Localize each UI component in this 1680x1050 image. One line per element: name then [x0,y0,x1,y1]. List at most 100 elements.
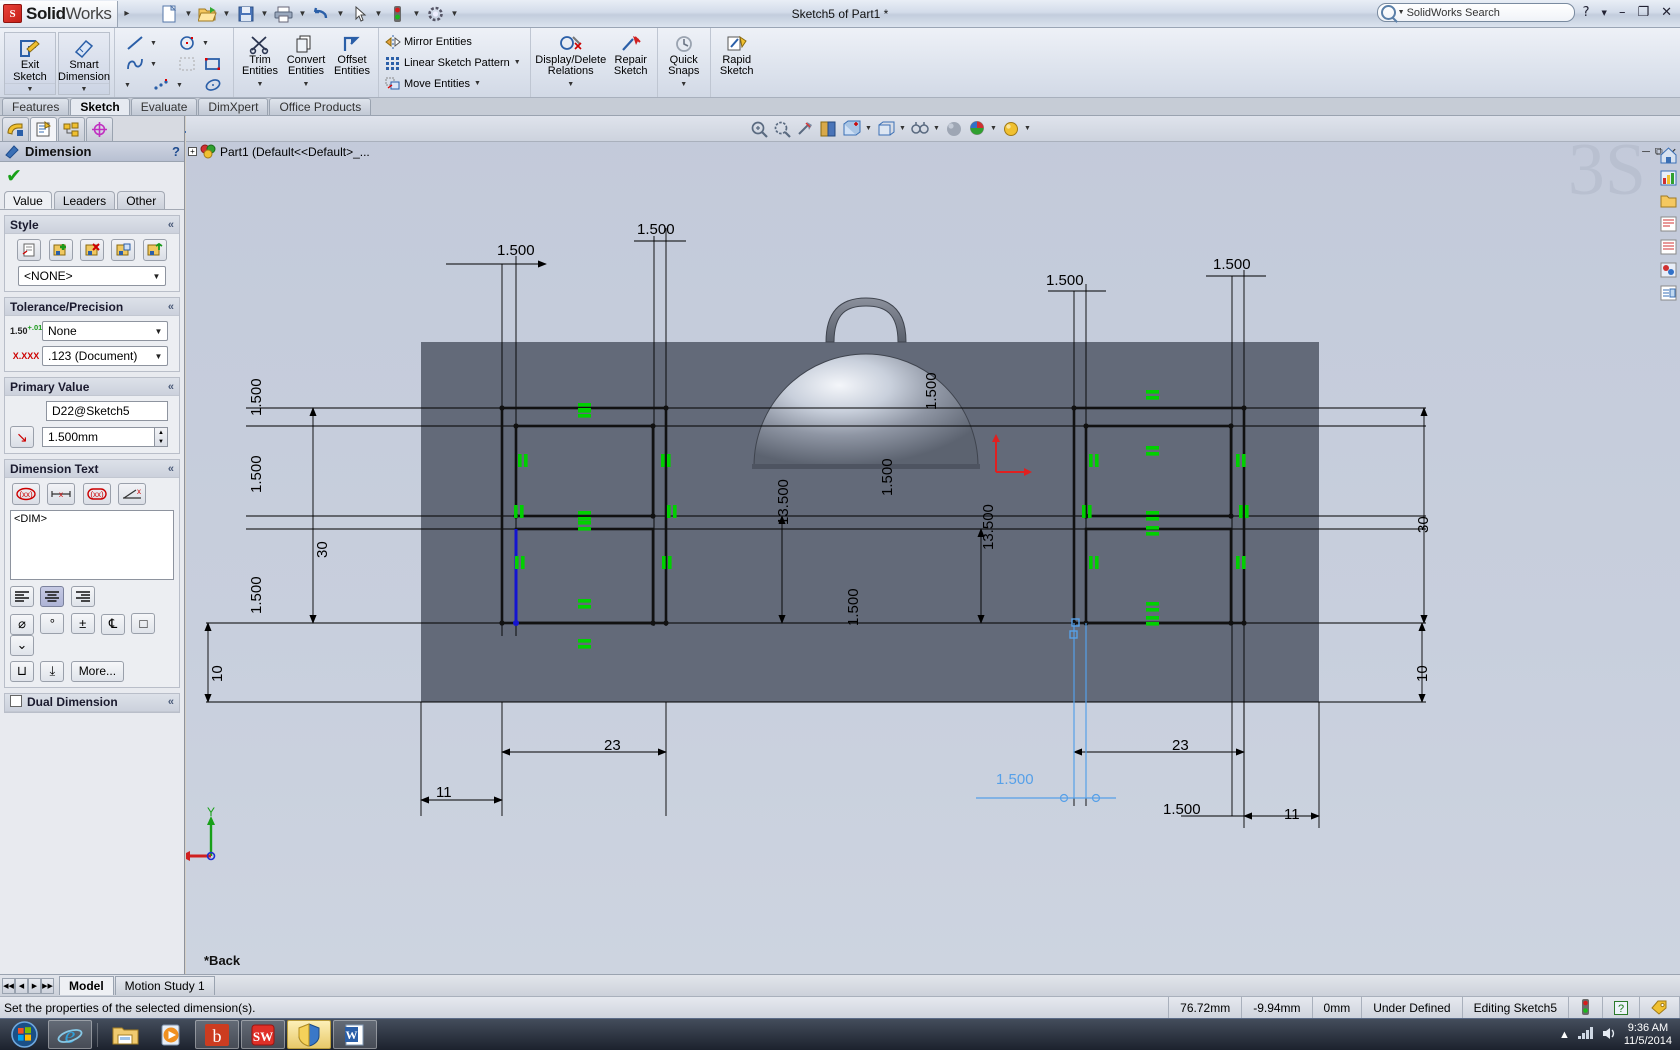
trim-dropdown-icon[interactable]: ▼ [257,79,264,90]
ellipse-tool-icon[interactable] [200,75,226,95]
tab-model[interactable]: Model [59,976,114,995]
undo-caret-icon[interactable]: ▼ [335,9,345,18]
repair-sketch-button[interactable]: Repair Sketch [608,30,654,77]
options-caret-icon[interactable]: ▼ [449,9,459,18]
style-select[interactable]: <NONE> ▼ [18,266,166,286]
taskbar-clock[interactable]: 9:36 AM 11/5/2014 [1624,1022,1672,1048]
solidworks-app-icon[interactable]: SW [241,1020,285,1049]
linear-display-icon[interactable]: x [47,483,76,505]
tab-dimxpert[interactable]: DimXpert [198,98,269,115]
linear-sketch-pattern-button[interactable]: Linear Sketch Pattern ▼ [382,52,527,73]
spline-tool-caret-icon[interactable]: ▼ [148,54,159,74]
pm-tab-other[interactable]: Other [117,191,166,209]
rectangle-tool-icon[interactable] [200,54,226,74]
dimension-text-d17[interactable]: 23 [604,737,621,754]
feature-tree-tab[interactable] [2,117,29,141]
tolerance-section-header[interactable]: Tolerance/Precision « [5,298,179,316]
offset-entities-button[interactable]: Offset Entities [329,30,375,77]
media-player-icon[interactable] [149,1020,193,1049]
tab-evaluate[interactable]: Evaluate [130,98,198,115]
quick-snaps-button[interactable]: Quick Snaps ▼ [661,30,707,90]
dual-dimension-collapse-icon[interactable]: « [168,696,174,708]
rebuild-icon[interactable] [385,3,409,25]
smart-dimension-dropdown-icon[interactable]: ▼ [59,83,109,94]
ok-check-icon[interactable]: ✔ [6,165,22,187]
precision-select[interactable]: .123 (Document) ▼ [42,346,168,366]
tray-volume-icon[interactable] [1601,1026,1617,1044]
tolerance-type-caret-icon[interactable]: ▼ [150,327,167,336]
print-icon[interactable] [271,3,295,25]
sketch-canvas[interactable]: Y [186,116,1680,974]
windows-explorer-icon[interactable] [103,1020,147,1049]
dimension-text-input[interactable]: <DIM> [10,510,174,580]
dimension-text-d8[interactable]: 30 [314,541,331,558]
dimension-text-d22-selected[interactable]: 1.500 [996,771,1034,788]
sketch-pattern-icon[interactable] [148,75,174,95]
save-caret-icon[interactable]: ▼ [259,9,269,18]
word-document-icon[interactable]: W [333,1020,377,1049]
tab-office-products[interactable]: Office Products [269,98,372,115]
style-select-caret-icon[interactable]: ▼ [148,272,165,281]
circle-tool-icon[interactable] [174,33,200,53]
align-left-icon[interactable] [10,586,34,607]
exit-sketch-dropdown-icon[interactable]: ▼ [5,83,55,94]
opera-browser-icon[interactable]: b [195,1020,239,1049]
style-collapse-icon[interactable]: « [168,219,174,231]
linear-pattern-caret-icon[interactable]: ▼ [514,59,521,66]
degree-symbol-icon[interactable]: ° [40,613,65,634]
configuration-manager-tab[interactable] [58,117,85,141]
new-document-icon[interactable] [157,3,181,25]
move-entities-caret-icon[interactable]: ▼ [474,80,481,87]
dimension-value-input[interactable]: 1.500mm [42,427,155,447]
pm-tab-value[interactable]: Value [4,191,52,209]
dimension-text-collapse-icon[interactable]: « [168,463,174,475]
display-delete-dropdown-icon[interactable]: ▼ [567,79,574,90]
exit-sketch-button[interactable]: Exit Sketch ▼ [4,32,56,95]
start-orb-icon[interactable] [2,1020,46,1049]
internet-explorer-icon[interactable]: e [48,1020,92,1049]
stepper-down-icon[interactable]: ▼ [155,437,167,446]
tray-expand-icon[interactable]: ▲ [1559,1029,1570,1041]
plus-minus-symbol-icon[interactable]: ± [70,613,95,634]
menu-expand-arrow-icon[interactable]: ▸ [124,8,129,19]
minimize-button[interactable]: – [1615,5,1630,20]
sketch-pattern-caret-icon[interactable]: ▼ [174,75,185,95]
help-caret-icon[interactable]: ▼ [1598,9,1611,17]
select-caret-icon[interactable]: ▼ [373,9,383,18]
rebuild-status-icon[interactable] [1568,996,1602,1019]
dimension-text-d3[interactable]: 1.500 [1046,272,1084,289]
spline-tool-icon[interactable] [122,54,148,74]
square-symbol-icon[interactable]: □ [131,613,156,634]
print-caret-icon[interactable]: ▼ [297,9,307,18]
align-right-icon[interactable] [70,586,95,607]
diameter-symbol-icon[interactable]: ⌀ [10,613,34,635]
rectangle-tool-caret-icon[interactable]: ▼ [122,75,133,95]
precision-caret-icon[interactable]: ▼ [150,352,167,361]
tags-icon[interactable] [1639,996,1680,1019]
tolerance-type-select[interactable]: None ▼ [42,321,168,341]
more-symbols-caret-icon[interactable]: ⌄ [10,634,34,656]
dimension-text-d18[interactable]: 11 [436,784,452,801]
dimension-text-d20[interactable]: 1.500 [1163,801,1201,818]
primary-value-header[interactable]: Primary Value « [5,378,179,396]
dimension-text-d2[interactable]: 1.500 [637,221,675,238]
dimension-text-d5[interactable]: 1.500 [248,378,265,416]
line-tool-icon[interactable] [122,33,148,53]
help-button[interactable]: ? [1579,5,1594,20]
first-tab-button[interactable]: ◀◀ [2,977,15,994]
angle-display-icon[interactable]: x [118,483,147,505]
sketch-fillet-grid-icon[interactable] [174,54,200,74]
dimension-value-stepper[interactable]: ▲ ▼ [155,427,168,447]
options-gear-icon[interactable] [423,3,447,25]
property-manager-tab[interactable] [30,117,57,141]
circle-tool-caret-icon[interactable]: ▼ [200,33,211,53]
save-style-icon[interactable] [111,239,136,261]
security-shield-icon[interactable] [287,1020,331,1049]
save-icon[interactable] [233,3,257,25]
dimension-text-d11[interactable]: 1.500 [879,458,896,496]
search-caret-icon[interactable]: ▼ [1398,9,1405,16]
add-style-icon[interactable] [48,239,73,261]
primary-value-collapse-icon[interactable]: « [168,381,174,393]
dimension-text-d1[interactable]: 1.500 [497,242,535,259]
search-input[interactable]: ▼ SolidWorks Search [1376,3,1575,22]
